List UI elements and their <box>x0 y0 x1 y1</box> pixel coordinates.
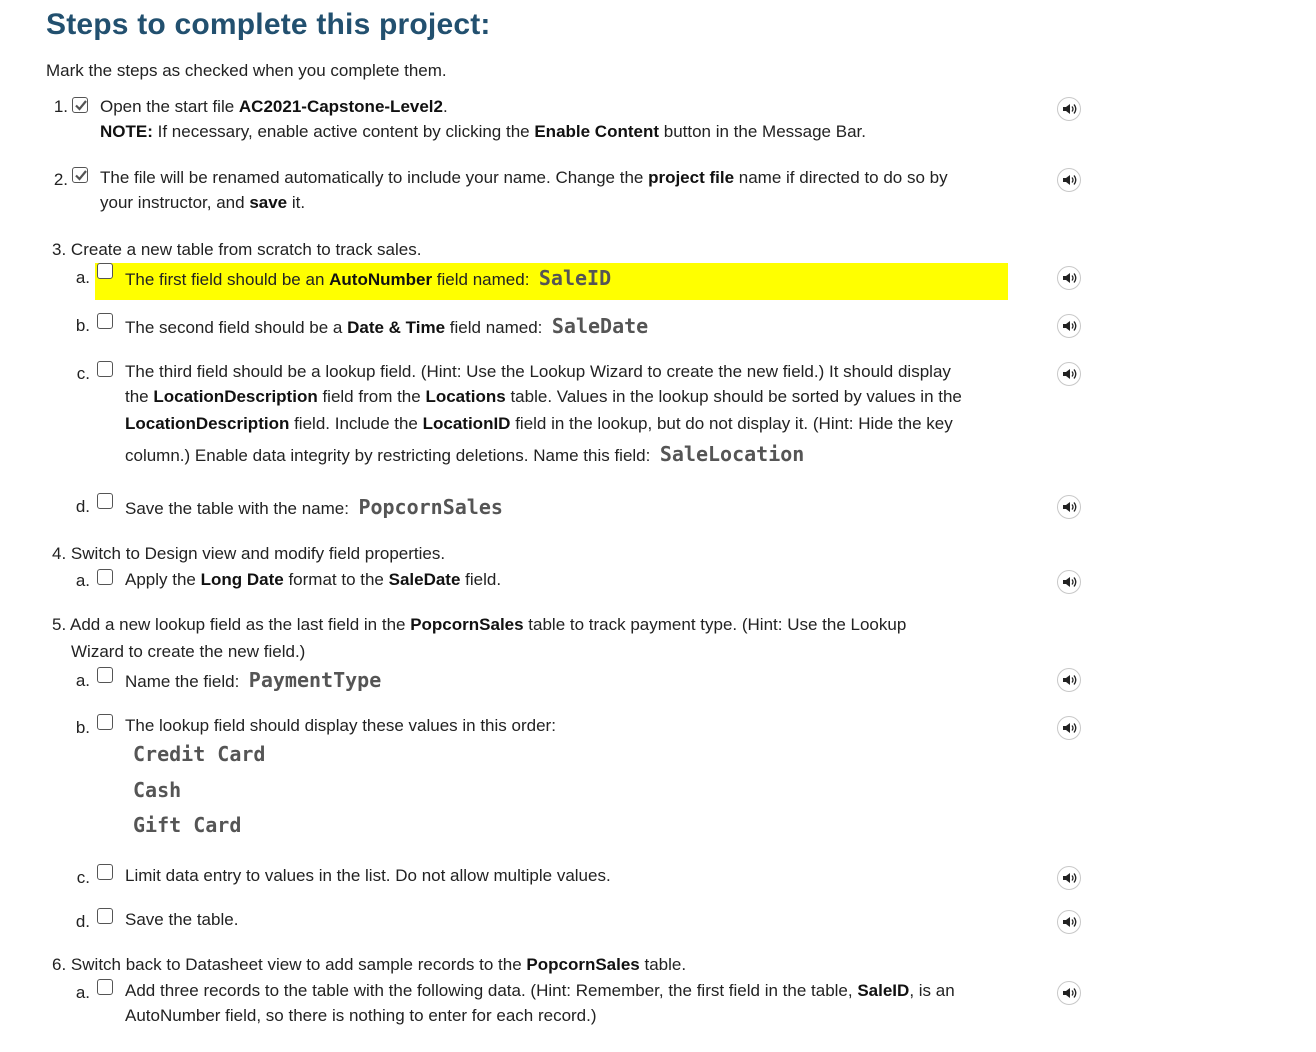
substep-letter: b. <box>75 718 90 737</box>
step-6a-checkbox[interactable] <box>97 979 113 995</box>
lookup-value: Gift Card <box>133 813 242 837</box>
speaker-icon <box>1063 988 1077 998</box>
step-5b-text: The lookup field should display these va… <box>125 716 556 735</box>
field-name-code: PaymentType <box>248 668 382 692</box>
step-5a-checkbox[interactable] <box>97 667 113 683</box>
speaker-icon <box>1063 369 1077 379</box>
read-aloud-button[interactable] <box>1057 495 1081 519</box>
step-2-checkbox[interactable] <box>72 167 88 183</box>
substep-letter: a. <box>75 268 90 287</box>
checkmark-icon <box>75 100 87 111</box>
substep-letter: c. <box>76 868 90 887</box>
step-3-heading: 3. Create a new table from scratch to tr… <box>52 240 422 259</box>
step-1-checkbox[interactable] <box>72 97 88 113</box>
step-5d-checkbox[interactable] <box>97 908 113 924</box>
field-name-code: SaleDate <box>551 314 649 338</box>
lookup-value: Cash <box>133 778 182 802</box>
speaker-icon <box>1063 917 1077 927</box>
speaker-icon <box>1063 675 1077 685</box>
speaker-icon <box>1063 321 1077 331</box>
speaker-icon <box>1063 273 1077 283</box>
substep-letter: d. <box>75 912 90 931</box>
speaker-icon <box>1063 502 1077 512</box>
read-aloud-button[interactable] <box>1057 570 1081 594</box>
speaker-icon <box>1063 104 1077 114</box>
page-title: Steps to complete this project: <box>46 8 491 41</box>
step-3a-text: The first field should be an AutoNumber … <box>125 266 612 290</box>
substep-letter: d. <box>75 497 90 516</box>
step-3c-line4: column.) Enable data integrity by restri… <box>125 442 805 466</box>
field-name-code: SaleID <box>538 266 612 290</box>
step-4-heading: 4. Switch to Design view and modify fiel… <box>52 544 446 563</box>
substep-letter: a. <box>75 671 90 690</box>
step-3b-checkbox[interactable] <box>97 313 113 329</box>
step-5b-checkbox[interactable] <box>97 714 113 730</box>
step-3c-checkbox[interactable] <box>97 361 113 377</box>
checkmark-icon <box>75 170 87 181</box>
speaker-icon <box>1063 175 1077 185</box>
read-aloud-button[interactable] <box>1057 314 1081 338</box>
step-5-heading-line2: Wizard to create the new field.) <box>71 642 306 661</box>
step-1-note: NOTE: If necessary, enable active conten… <box>100 122 866 141</box>
read-aloud-button[interactable] <box>1057 168 1081 192</box>
step-3c-line2: the LocationDescription field from the L… <box>125 387 962 406</box>
step-3c-line3: LocationDescription field. Include the L… <box>125 414 953 433</box>
step-6a-text-line2: AutoNumber field, so there is nothing to… <box>125 1006 597 1025</box>
step-5a-text: Name the field: PaymentType <box>125 668 382 692</box>
step-3b-text: The second field should be a Date & Time… <box>125 314 649 338</box>
step-5c-text: Limit data entry to values in the list. … <box>125 866 611 885</box>
substep-letter: c. <box>76 364 90 383</box>
step-4a-checkbox[interactable] <box>97 569 113 585</box>
step-2-text: The file will be renamed automatically t… <box>100 168 948 187</box>
read-aloud-button[interactable] <box>1057 668 1081 692</box>
speaker-icon <box>1063 873 1077 883</box>
lookup-value: Credit Card <box>133 742 266 766</box>
substep-letter: a. <box>75 571 90 590</box>
step-6a-text: Add three records to the table with the … <box>125 981 955 1000</box>
substep-letter: a. <box>75 983 90 1002</box>
step-6-heading: 6. Switch back to Datasheet view to add … <box>52 955 687 974</box>
step-4a-text: Apply the Long Date format to the SaleDa… <box>125 570 502 589</box>
step-2-text-line2: your instructor, and save it. <box>100 193 306 212</box>
read-aloud-button[interactable] <box>1057 981 1081 1005</box>
read-aloud-button[interactable] <box>1057 910 1081 934</box>
read-aloud-button[interactable] <box>1057 362 1081 386</box>
read-aloud-button[interactable] <box>1057 866 1081 890</box>
substep-letter: b. <box>75 316 90 335</box>
step-number: 1. <box>53 97 68 116</box>
read-aloud-button[interactable] <box>1057 266 1081 290</box>
read-aloud-button[interactable] <box>1057 716 1081 740</box>
read-aloud-button[interactable] <box>1057 97 1081 121</box>
field-name-code: SaleLocation <box>659 442 805 466</box>
step-5d-text: Save the table. <box>125 910 239 929</box>
step-1-text: Open the start file AC2021-Capstone-Leve… <box>100 97 448 116</box>
step-number: 2. <box>53 170 68 189</box>
step-3d-checkbox[interactable] <box>97 493 113 509</box>
table-name-code: PopcornSales <box>358 495 503 519</box>
step-5c-checkbox[interactable] <box>97 864 113 880</box>
step-5-heading: 5. Add a new lookup field as the last fi… <box>52 615 907 634</box>
speaker-icon <box>1063 723 1077 733</box>
speaker-icon <box>1063 577 1077 587</box>
step-3a-checkbox[interactable] <box>97 263 113 279</box>
step-3d-text: Save the table with the name: PopcornSal… <box>125 495 503 519</box>
step-3c-line1: The third field should be a lookup field… <box>125 362 951 381</box>
instructions-text: Mark the steps as checked when you compl… <box>46 61 447 80</box>
